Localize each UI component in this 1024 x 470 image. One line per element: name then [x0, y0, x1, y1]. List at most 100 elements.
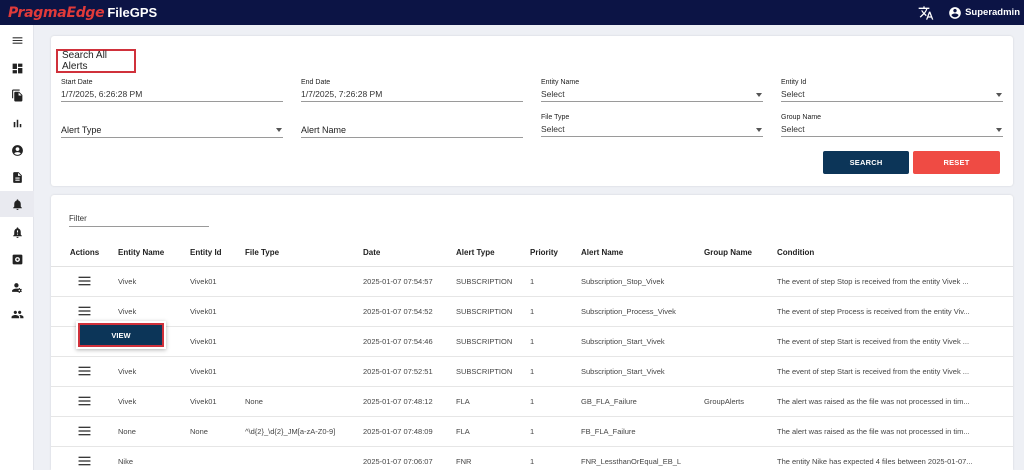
reset-button[interactable]: RESET: [913, 151, 1000, 174]
row-actions-cell: [51, 266, 118, 297]
column-header[interactable]: Priority: [530, 239, 581, 267]
table-row[interactable]: Vivek01 2025-01-07 07:54:46 SUBSCRIPTION 1 S…: [51, 326, 1013, 357]
chevron-down-icon[interactable]: [756, 93, 762, 97]
start-date-input[interactable]: 1/7/2025, 6:26:28 PM: [61, 88, 283, 102]
group-name-field[interactable]: Group Name Select: [781, 114, 1003, 137]
cell-group-name: [704, 446, 777, 470]
bell-alert-icon[interactable]: [0, 219, 34, 245]
chevron-down-icon[interactable]: [996, 93, 1002, 97]
cell-priority: 1: [530, 326, 581, 357]
entity-name-select[interactable]: Select: [541, 88, 763, 102]
cell-group-name: [704, 416, 777, 447]
cell-alert-name: Subscription_Process_Vivek: [581, 296, 704, 327]
cell-date: 2025-01-07 07:48:09: [363, 416, 456, 447]
table-row[interactable]: None None ^\d{2}_\d{2}_JM[a-zA-Z0-9] 2025-0…: [51, 416, 1013, 447]
table-row[interactable]: Vivek Vivek01 None 2025-01-07 07:48:12 FLA 1 G…: [51, 386, 1013, 417]
chevron-down-icon[interactable]: [756, 128, 762, 132]
cell-group-name: [704, 326, 777, 357]
entity-id-select[interactable]: Select: [781, 88, 1003, 102]
row-actions-cell: [51, 416, 118, 447]
hamburger-menu-icon[interactable]: [0, 27, 34, 53]
search-button[interactable]: SEARCH: [823, 151, 909, 174]
files-icon[interactable]: [0, 82, 34, 108]
user-circle-icon[interactable]: [0, 137, 34, 163]
app-logo[interactable]: PragmaEdge FileGPS: [8, 5, 157, 21]
alert-type-label: Alert Type: [61, 125, 102, 135]
column-header[interactable]: Alert Type: [456, 239, 530, 267]
view-button[interactable]: VIEW: [78, 323, 164, 347]
alert-type-select[interactable]: Alert Type: [61, 123, 283, 138]
cell-alert-type: FLA: [456, 386, 530, 417]
group-name-value: Select: [781, 124, 805, 134]
start-date-field[interactable]: Start Date 1/7/2025, 6:26:28 PM: [61, 79, 283, 102]
hamburger-menu-icon[interactable]: [78, 366, 91, 376]
cell-priority: 1: [530, 386, 581, 417]
cell-alert-name: GB_FLA_Failure: [581, 386, 704, 417]
user-name[interactable]: Superadmin: [965, 7, 1020, 18]
column-header[interactable]: Date: [363, 239, 456, 267]
hamburger-menu-icon[interactable]: [78, 306, 91, 316]
end-date-field[interactable]: End Date 1/7/2025, 7:26:28 PM: [301, 79, 523, 102]
hamburger-menu-icon[interactable]: [78, 426, 91, 436]
cell-priority: 1: [530, 296, 581, 327]
chevron-down-icon[interactable]: [276, 128, 282, 132]
end-date-label: End Date: [301, 79, 331, 86]
table-row[interactable]: Vivek Vivek01 2025-01-07 07:54:52 SUBSCRIPT…: [51, 296, 1013, 327]
cell-file-type: None: [245, 386, 363, 417]
translate-icon[interactable]: [918, 5, 934, 21]
start-date-label: Start Date: [61, 79, 93, 86]
cell-group-name: GroupAlerts: [704, 386, 777, 417]
chevron-down-icon[interactable]: [996, 128, 1002, 132]
hamburger-menu-icon[interactable]: [78, 276, 91, 286]
group-icon[interactable]: [0, 301, 34, 327]
settings-box-icon[interactable]: [0, 246, 34, 272]
document-icon[interactable]: [0, 164, 34, 190]
cell-date: 2025-01-07 07:52:51: [363, 356, 456, 387]
app-name: FileGPS: [107, 4, 158, 20]
column-header[interactable]: Condition: [777, 239, 1013, 267]
file-type-value: Select: [541, 124, 565, 134]
alert-name-field[interactable]: Alert Name: [301, 114, 523, 138]
table-row[interactable]: Vivek Vivek01 2025-01-07 07:54:57 SUBSCRIPT…: [51, 266, 1013, 297]
column-header[interactable]: Entity Name: [118, 239, 190, 267]
group-name-select[interactable]: Select: [781, 123, 1003, 137]
bell-icon[interactable]: [0, 191, 34, 217]
hamburger-menu-icon[interactable]: [78, 396, 91, 406]
file-type-select[interactable]: Select: [541, 123, 763, 137]
top-bar: PragmaEdge FileGPS Superadmin: [0, 0, 1024, 25]
hamburger-menu-icon[interactable]: [78, 456, 91, 466]
column-header[interactable]: Alert Name: [581, 239, 704, 267]
cell-condition: The alert was raised as the file was not…: [777, 386, 1013, 417]
cell-entity-id: Vivek01: [190, 296, 245, 327]
cell-alert-type: FNR: [456, 446, 530, 470]
top-bar-actions: Superadmin: [918, 0, 1020, 25]
file-type-label: File Type: [541, 114, 570, 121]
user-settings-icon[interactable]: [0, 274, 34, 300]
column-header[interactable]: Group Name: [704, 239, 777, 267]
dashboard-icon[interactable]: [0, 55, 34, 81]
cell-entity-id: [190, 446, 245, 470]
alert-type-field[interactable]: Alert Type: [61, 114, 283, 138]
bar-chart-icon[interactable]: [0, 110, 34, 136]
column-header[interactable]: File Type: [245, 239, 363, 267]
cell-date: 2025-01-07 07:54:52: [363, 296, 456, 327]
brand-name: PragmaEdge: [8, 4, 105, 21]
entity-name-value: Select: [541, 89, 565, 99]
table-row[interactable]: Nike 2025-01-07 07:06:07 FNR 1 FNR_LessthanO…: [51, 446, 1013, 470]
entity-name-field[interactable]: Entity Name Select: [541, 79, 763, 102]
cell-entity-name: Vivek: [118, 266, 190, 297]
alerts-table: Actions Entity Name Entity Id File Type …: [51, 239, 1013, 470]
alert-name-input[interactable]: Alert Name: [301, 123, 523, 138]
account-circle-icon[interactable]: [948, 6, 962, 20]
end-date-input[interactable]: 1/7/2025, 7:26:28 PM: [301, 88, 523, 102]
cell-priority: 1: [530, 416, 581, 447]
file-type-field[interactable]: File Type Select: [541, 114, 763, 137]
cell-date: 2025-01-07 07:06:07: [363, 446, 456, 470]
entity-id-value: Select: [781, 89, 805, 99]
table-row[interactable]: Vivek Vivek01 2025-01-07 07:52:51 SUBSCRIPT…: [51, 356, 1013, 387]
cell-entity-id: Vivek01: [190, 386, 245, 417]
cell-file-type: [245, 446, 363, 470]
entity-id-field[interactable]: Entity Id Select: [781, 79, 1003, 102]
column-header[interactable]: Entity Id: [190, 239, 245, 267]
filter-input[interactable]: Filter: [69, 212, 209, 227]
